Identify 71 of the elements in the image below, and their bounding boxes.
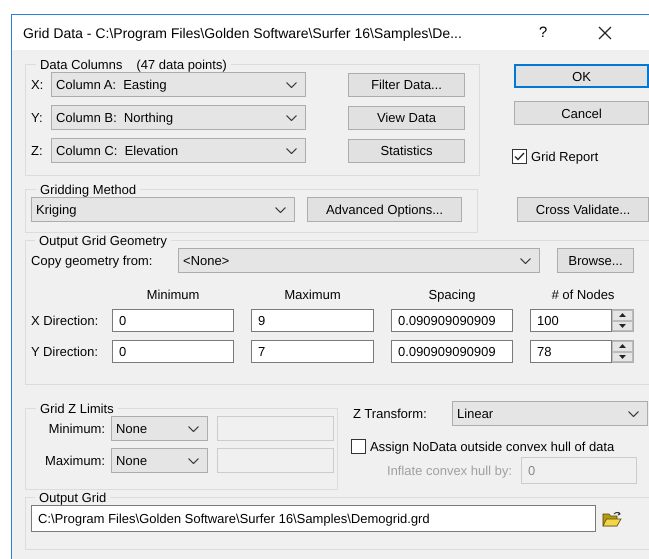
button[interactable]: Browse...: [557, 248, 634, 273]
dropdown[interactable]: Kriging: [31, 197, 295, 222]
button[interactable]: OK: [514, 64, 649, 88]
input-field[interactable]: 7: [251, 340, 374, 363]
chevron-down-icon: [188, 426, 199, 432]
field-label: Maximum:: [44, 453, 106, 468]
row-label: Y Direction:: [31, 344, 99, 359]
field-label: Z Transform:: [353, 406, 428, 421]
button[interactable]: Cancel: [514, 101, 649, 125]
spin-up-button[interactable]: [612, 341, 633, 352]
chevron-down-icon: [286, 148, 297, 154]
button[interactable]: Filter Data...: [348, 72, 465, 96]
triangle-down-icon: [619, 354, 626, 359]
field-label: Inflate convex hull by:: [386, 463, 513, 478]
point-count: (47 data points): [136, 57, 227, 72]
chevron-down-icon: [275, 206, 286, 212]
help-button[interactable]: ?: [535, 24, 551, 41]
field-label: Copy geometry from:: [31, 253, 154, 268]
chevron-down-icon: [286, 114, 297, 120]
input-field[interactable]: 0.090909090909: [391, 309, 513, 332]
group-title: Output Grid Geometry: [39, 233, 167, 248]
checkbox[interactable]: [351, 439, 366, 454]
chevron-down-icon: [628, 410, 639, 416]
dropdown[interactable]: Column C: Elevation: [51, 138, 306, 163]
dropdown[interactable]: Column B: Northing: [51, 105, 306, 130]
button[interactable]: Cross Validate...: [517, 197, 649, 222]
dropdown[interactable]: Column A: Easting: [51, 72, 306, 97]
axis-label: Y:: [31, 110, 44, 125]
group-title: Grid Z Limits: [40, 401, 114, 416]
axis-label: Z:: [31, 143, 44, 158]
input-field[interactable]: C:\Program Files\Golden Software\Surfer 16\Samples\Demogrid.grd: [31, 505, 596, 532]
input-field[interactable]: 0.090909090909: [391, 340, 513, 363]
group-title: Data Columns: [40, 57, 122, 72]
folder-icon: [602, 510, 622, 526]
row-label: X Direction:: [31, 313, 100, 328]
window-title: Grid Data - C:\Program Files\Golden Software\Surfer 16\Samples\De...: [23, 24, 463, 40]
checkbox[interactable]: [512, 149, 527, 164]
number-field[interactable]: 100: [530, 309, 612, 332]
spin-down-button[interactable]: [612, 352, 633, 362]
close-icon: [598, 26, 612, 40]
dropdown[interactable]: <None>: [178, 248, 540, 273]
column-header: Maximum: [283, 286, 342, 302]
triangle-up-icon: [619, 313, 626, 318]
checkbox-label: Assign NoData outside convex hull of data: [370, 439, 614, 454]
input-field[interactable]: 9: [251, 309, 374, 332]
button[interactable]: View Data: [348, 106, 465, 130]
input-field[interactable]: 0: [112, 340, 234, 363]
triangle-up-icon: [619, 344, 626, 348]
number-field[interactable]: 78: [530, 340, 612, 363]
input-field[interactable]: 0: [112, 309, 234, 332]
dropdown[interactable]: None: [111, 416, 208, 441]
chevron-down-icon: [286, 82, 297, 88]
column-header: Minimum: [146, 286, 200, 302]
chevron-down-icon: [520, 258, 531, 264]
spin-down-button[interactable]: [612, 320, 633, 331]
group-title: Output Grid: [39, 490, 106, 505]
button[interactable]: Advanced Options...: [307, 197, 462, 222]
triangle-down-icon: [619, 324, 626, 328]
axis-label: X:: [31, 77, 44, 92]
dropdown[interactable]: Linear: [452, 401, 648, 426]
column-header: Spacing: [428, 286, 476, 302]
checkbox-label: Grid Report: [531, 149, 598, 164]
spin-up-button[interactable]: [612, 310, 633, 320]
column-header: # of Nodes: [550, 286, 616, 302]
open-folder-button[interactable]: [602, 510, 622, 526]
group-title: Gridding Method: [40, 182, 136, 197]
dropdown[interactable]: None: [111, 448, 208, 473]
button[interactable]: Statistics: [348, 138, 465, 162]
chevron-down-icon: [188, 458, 199, 464]
field-label: Minimum:: [48, 421, 106, 436]
close-button[interactable]: [597, 24, 613, 40]
